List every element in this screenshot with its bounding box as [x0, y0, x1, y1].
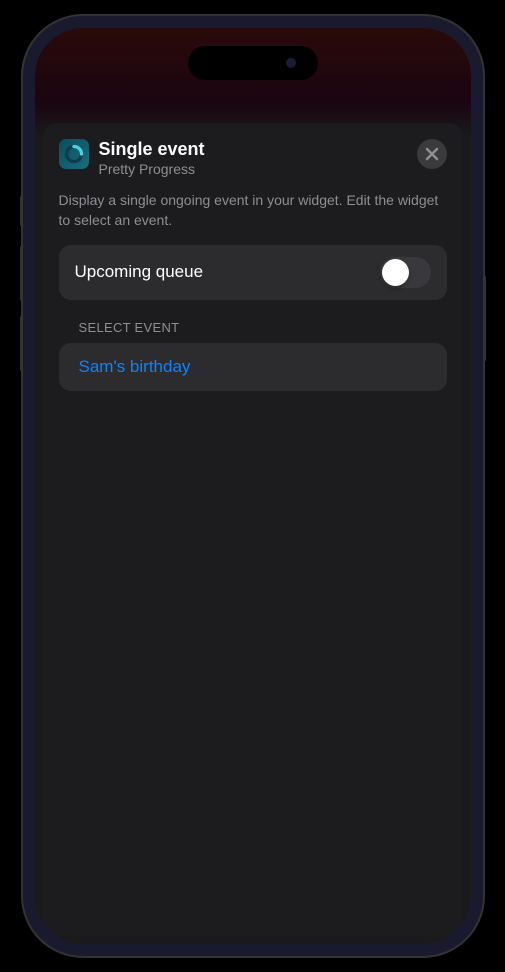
select-event-label: SELECT EVENT: [59, 320, 447, 335]
sheet-subtitle: Pretty Progress: [99, 161, 407, 178]
progress-circle-icon: [64, 144, 84, 164]
close-icon: [425, 147, 439, 161]
upcoming-queue-toggle[interactable]: [380, 257, 431, 288]
event-selector[interactable]: Sam's birthday: [59, 343, 447, 391]
sheet-header: Single event Pretty Progress: [59, 139, 447, 177]
widget-description: Display a single ongoing event in your w…: [59, 191, 447, 230]
phone-screen: Single event Pretty Progress Display a s…: [35, 28, 471, 944]
app-icon: [59, 139, 89, 169]
selected-event-name: Sam's birthday: [79, 357, 427, 377]
widget-config-sheet: Single event Pretty Progress Display a s…: [43, 123, 463, 936]
close-button[interactable]: [417, 139, 447, 169]
sheet-title: Single event: [99, 139, 407, 161]
power-button: [483, 276, 486, 361]
upcoming-queue-row[interactable]: Upcoming queue: [59, 245, 447, 300]
header-text: Single event Pretty Progress: [99, 139, 407, 177]
dynamic-island: [188, 46, 318, 80]
toggle-label: Upcoming queue: [75, 262, 204, 282]
volume-up-button: [20, 246, 23, 301]
volume-down-button: [20, 316, 23, 371]
silent-switch: [20, 196, 23, 226]
phone-frame: Single event Pretty Progress Display a s…: [23, 16, 483, 956]
toggle-knob: [382, 259, 409, 286]
